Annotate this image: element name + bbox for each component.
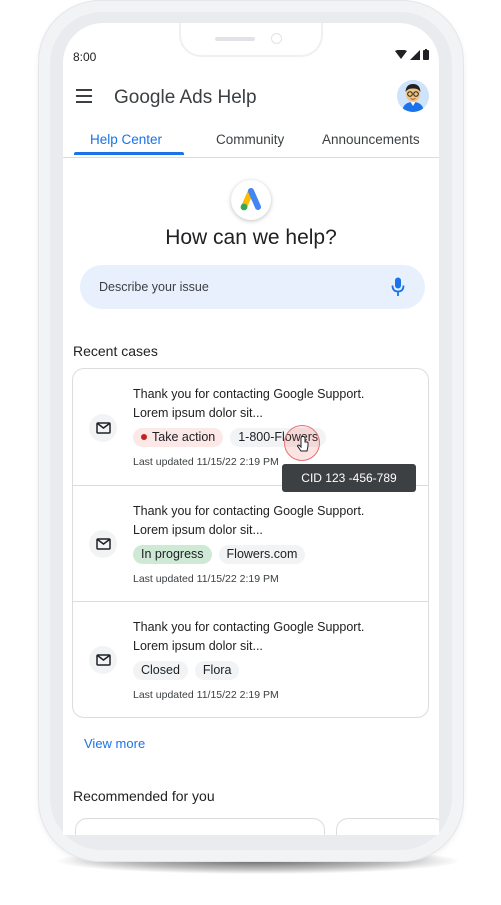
avatar-illustration-icon — [397, 80, 429, 112]
hamburger-menu-icon[interactable] — [75, 88, 95, 104]
status-icons — [395, 49, 429, 60]
search-input[interactable]: Describe your issue — [80, 265, 425, 309]
case-line-2: Lorem ipsum dolor sit... — [133, 406, 263, 420]
mail-icon — [89, 530, 117, 558]
recommended-heading: Recommended for you — [73, 788, 215, 804]
recent-cases-list: Thank you for contacting Google Support.… — [72, 368, 429, 718]
recommended-card[interactable] — [336, 818, 439, 835]
hero-title: How can we help? — [165, 226, 337, 249]
tab-announcements[interactable]: Announcements — [322, 132, 420, 147]
google-ads-logo-icon — [240, 188, 261, 211]
mic-icon[interactable] — [391, 277, 405, 297]
app-title: Google Ads Help — [114, 87, 257, 108]
case-line-1: Thank you for contacting Google Support. — [133, 387, 365, 401]
battery-icon — [423, 49, 429, 60]
status-time: 8:00 — [73, 50, 97, 64]
case-summary: Thank you for contacting Google Support.… — [133, 502, 413, 540]
speaker-grille — [215, 37, 255, 41]
case-updated: Last updated 11/15/22 2:19 PM — [133, 689, 279, 701]
user-avatar[interactable] — [397, 80, 429, 112]
hand-cursor-icon — [296, 435, 309, 452]
case-updated: Last updated 11/15/22 2:19 PM — [133, 573, 279, 585]
case-chips: Closed Flora — [133, 661, 240, 680]
case-line-1: Thank you for contacting Google Support. — [133, 504, 365, 518]
tab-help-center[interactable]: Help Center — [90, 132, 162, 147]
case-summary: Thank you for contacting Google Support.… — [133, 385, 413, 423]
account-chip[interactable]: Flora — [194, 661, 240, 680]
google-ads-logo — [231, 180, 271, 220]
case-line-2: Lorem ipsum dolor sit... — [133, 639, 263, 653]
phone-screen: 8:00 Google Ads Help Help Center Communi… — [63, 23, 439, 835]
account-chip[interactable]: Flowers.com — [218, 545, 306, 564]
case-updated: Last updated 11/15/22 2:19 PM — [133, 456, 279, 468]
case-line-1: Thank you for contacting Google Support. — [133, 620, 365, 634]
mail-icon — [89, 414, 117, 442]
case-item[interactable]: Thank you for contacting Google Support.… — [73, 485, 428, 601]
wifi-icon — [395, 49, 407, 59]
front-camera — [271, 33, 282, 44]
case-line-2: Lorem ipsum dolor sit... — [133, 523, 263, 537]
view-more-link[interactable]: View more — [84, 736, 145, 751]
status-badge: Closed — [133, 661, 188, 680]
status-dot-icon — [141, 434, 147, 440]
status-badge: Take action — [133, 428, 224, 447]
status-badge: In progress — [133, 545, 212, 564]
recent-cases-heading: Recent cases — [73, 343, 158, 359]
signal-icon — [410, 49, 420, 60]
tab-community[interactable]: Community — [216, 132, 284, 147]
recommended-card[interactable] — [75, 818, 325, 835]
active-tab-indicator — [74, 152, 184, 155]
touch-indicator — [284, 425, 320, 461]
case-chips: In progress Flowers.com — [133, 545, 306, 564]
search-placeholder: Describe your issue — [99, 280, 209, 294]
case-summary: Thank you for contacting Google Support.… — [133, 618, 413, 656]
case-item[interactable]: Thank you for contacting Google Support.… — [73, 601, 428, 717]
status-label: Take action — [152, 430, 216, 444]
account-tooltip: CID 123 -456-789 — [282, 464, 416, 492]
mail-icon — [89, 646, 117, 674]
phone-notch — [181, 23, 321, 55]
